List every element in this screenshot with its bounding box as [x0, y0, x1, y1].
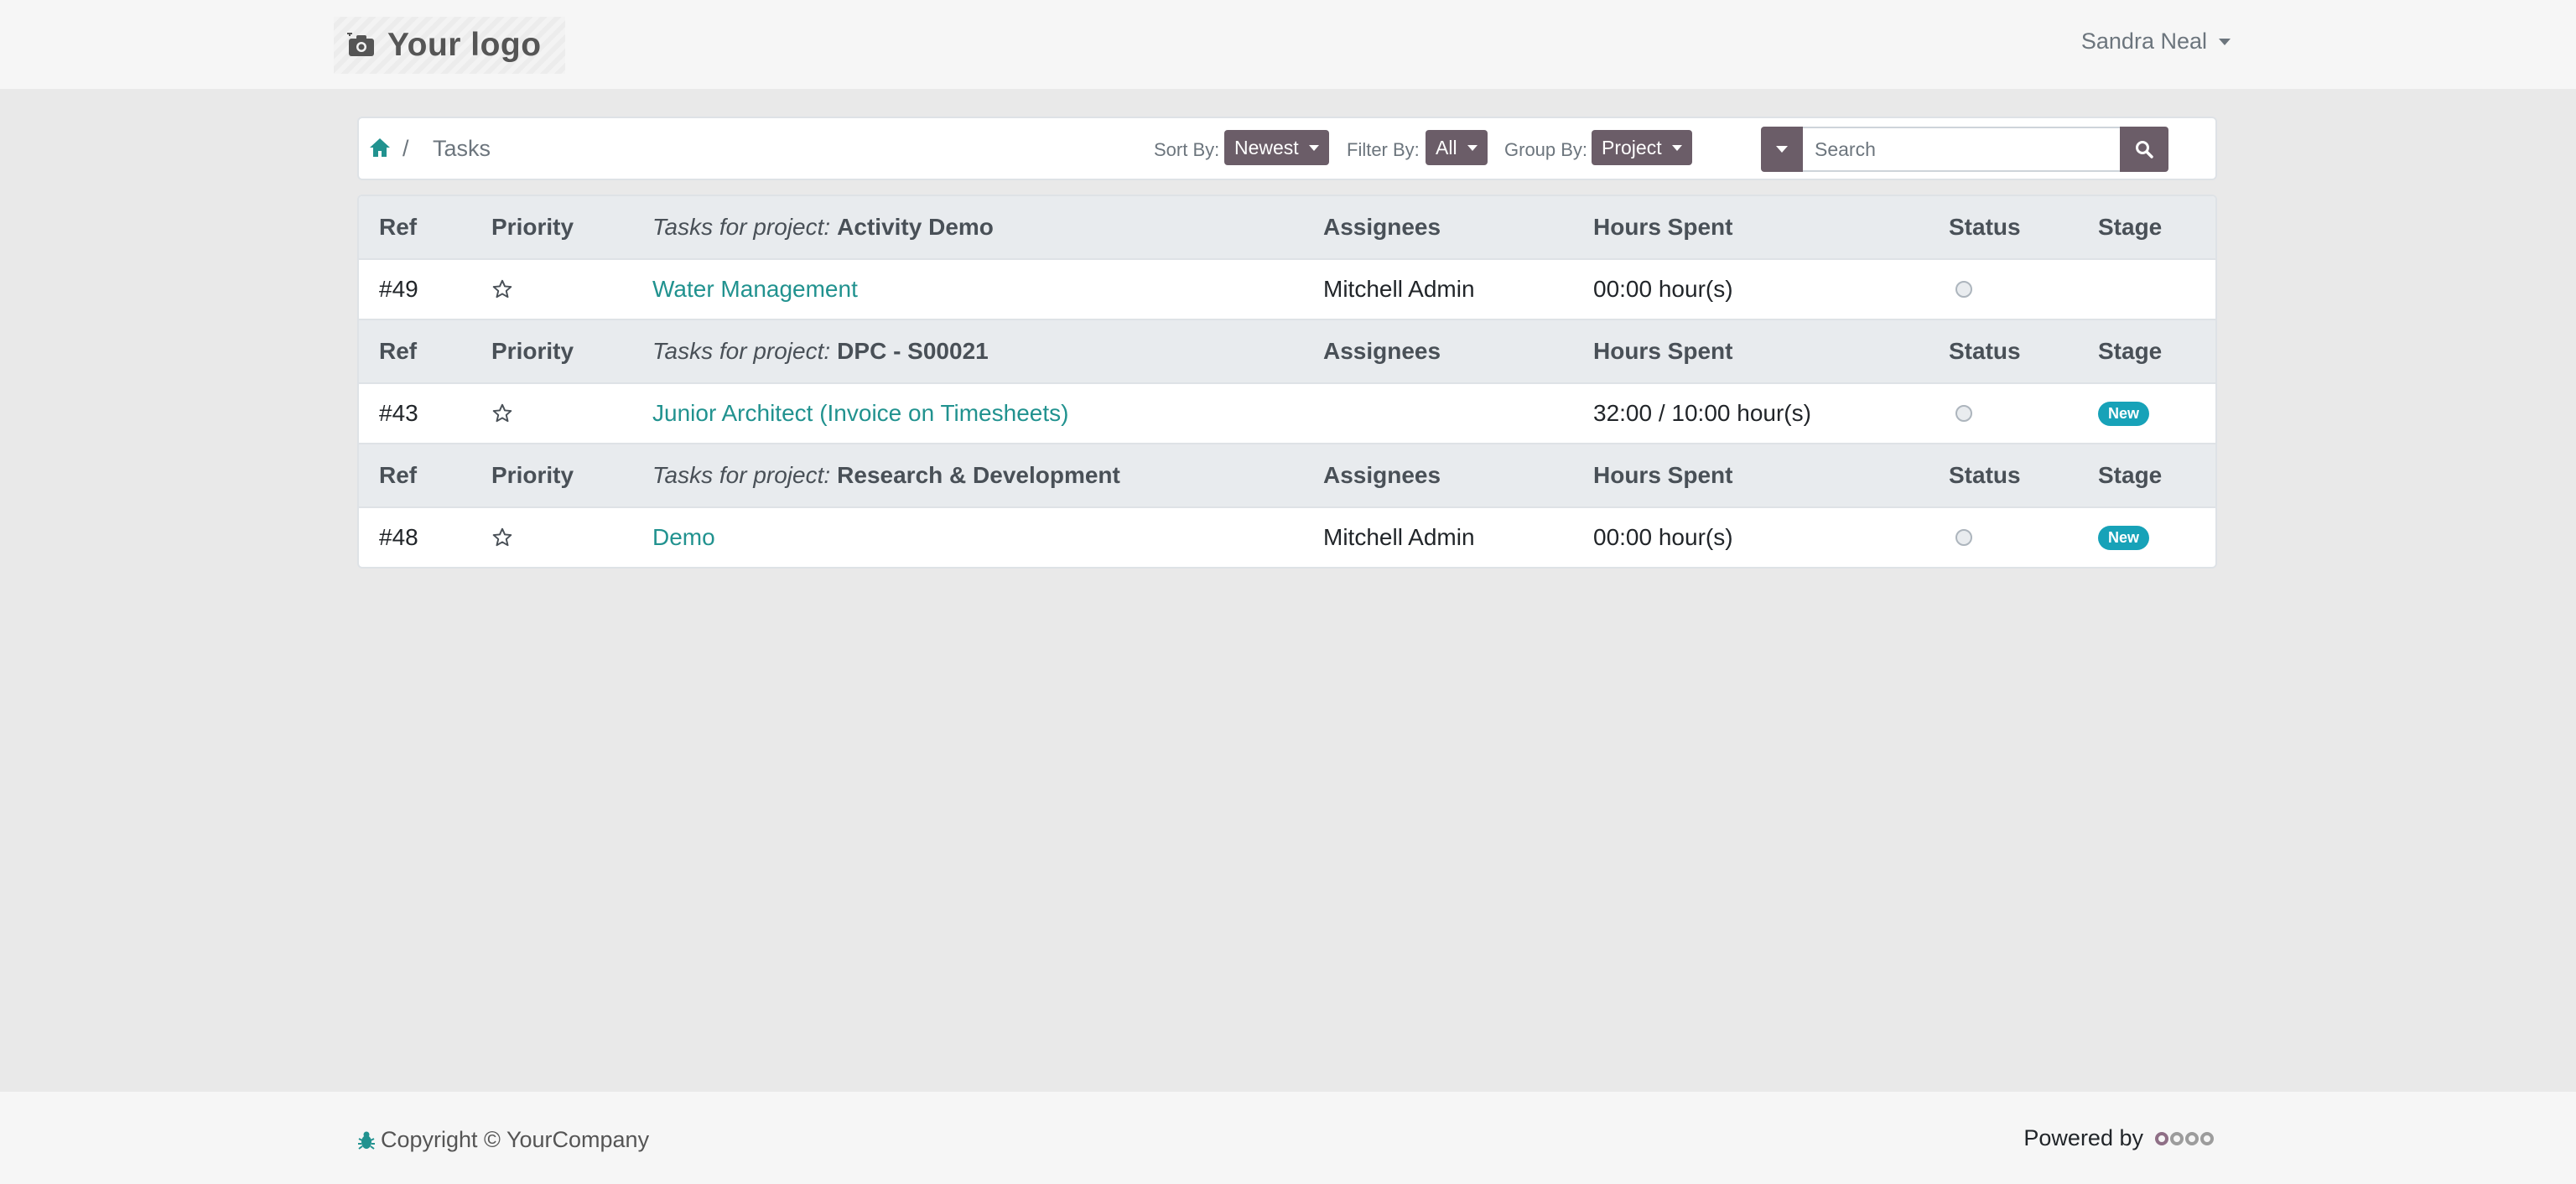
group-header-row: Ref Priority Tasks for project: DPC - S0…: [359, 319, 2215, 382]
bug-icon: [358, 1131, 375, 1150]
project-name: DPC - S00021: [837, 338, 989, 364]
home-icon[interactable]: [369, 137, 391, 158]
copyright: Copyright © YourCompany: [357, 1127, 649, 1153]
col-stage: Stage: [2098, 338, 2163, 364]
col-project: Tasks for project: Activity Demo: [652, 196, 994, 258]
group-header-row: Ref Priority Tasks for project: Activity…: [359, 196, 2215, 258]
filter-value: All: [1436, 136, 1457, 158]
chevron-down-icon: [2219, 38, 2231, 45]
project-name: Activity Demo: [837, 214, 994, 240]
group-label: Group By:: [1504, 139, 1588, 160]
logo[interactable]: Your logo: [334, 17, 565, 74]
stage-badge: New: [2098, 401, 2150, 426]
search-icon: [2136, 141, 2153, 158]
search-input[interactable]: [1803, 127, 2120, 172]
priority-star-icon[interactable]: [491, 384, 513, 443]
group-value: Project: [1602, 136, 1662, 158]
table-row[interactable]: #49 Water Management Mitchell Admin 00:0…: [359, 258, 2215, 319]
tasks-table: Ref Priority Tasks for project: Activity…: [357, 195, 2217, 569]
col-ref: Ref: [379, 214, 418, 240]
task-hours: 00:00 hour(s): [1593, 524, 1733, 550]
task-assignees: Mitchell Admin: [1323, 524, 1475, 550]
user-name: Sandra Neal: [2080, 29, 2207, 54]
col-ref: Ref: [379, 462, 418, 488]
odoo-logo-icon: [2155, 1131, 2214, 1145]
col-priority: Priority: [491, 462, 574, 488]
status-dot-icon: [1955, 405, 1972, 422]
task-ref: #49: [379, 276, 418, 302]
task-stage: New: [2098, 384, 2150, 443]
chevron-down-icon: [1467, 144, 1478, 151]
task-link[interactable]: Water Management: [652, 260, 858, 319]
task-hours: 32:00 / 10:00 hour(s): [1593, 400, 1811, 426]
sort-label: Sort By:: [1154, 139, 1220, 160]
status-dot-icon: [1955, 281, 1972, 298]
task-assignees: Mitchell Admin: [1323, 276, 1475, 302]
task-link[interactable]: Junior Architect (Invoice on Timesheets): [652, 384, 1068, 443]
col-priority: Priority: [491, 214, 574, 240]
project-name: Research & Development: [837, 462, 1120, 488]
priority-star-icon[interactable]: [491, 508, 513, 567]
status-indicator: [1949, 508, 1972, 567]
project-prefix: Tasks for project:: [652, 338, 831, 364]
chevron-down-icon: [1671, 144, 1682, 151]
project-prefix: Tasks for project:: [652, 214, 831, 240]
toolbar-panel: / Tasks Sort By: Newest Filter By: All G…: [357, 117, 2217, 180]
chevron-down-icon: [1776, 146, 1788, 153]
search-options-button[interactable]: [1761, 127, 1803, 172]
col-hours: Hours Spent: [1593, 462, 1733, 488]
col-ref: Ref: [379, 338, 418, 364]
chevron-down-icon: [1308, 144, 1319, 151]
col-stage: Stage: [2098, 214, 2163, 240]
task-ref: #48: [379, 524, 418, 550]
group-dropdown[interactable]: Project: [1592, 130, 1692, 165]
project-prefix: Tasks for project:: [652, 462, 831, 488]
task-ref: #43: [379, 400, 418, 426]
group-header-row: Ref Priority Tasks for project: Research…: [359, 443, 2215, 506]
copyright-text: Copyright © YourCompany: [381, 1127, 650, 1152]
footer: Copyright © YourCompany Powered by: [0, 1092, 2576, 1184]
status-indicator: [1949, 260, 1972, 319]
col-status: Status: [1949, 214, 2021, 240]
col-project: Tasks for project: DPC - S00021: [652, 320, 989, 382]
task-hours: 00:00 hour(s): [1593, 276, 1733, 302]
task-link[interactable]: Demo: [652, 508, 715, 567]
priority-star-icon[interactable]: [491, 260, 513, 319]
sort-value: Newest: [1234, 136, 1299, 158]
col-status: Status: [1949, 462, 2021, 488]
stage-badge: New: [2098, 525, 2150, 550]
filter-label: Filter By:: [1347, 139, 1420, 160]
col-assignees: Assignees: [1323, 338, 1441, 364]
task-stage: New: [2098, 508, 2150, 567]
powered-by-text: Powered by: [2023, 1125, 2143, 1150]
col-stage: Stage: [2098, 462, 2163, 488]
camera-icon: [347, 33, 374, 56]
logo-text: Your logo: [387, 27, 542, 63]
status-indicator: [1949, 384, 1972, 443]
powered-by[interactable]: Powered by: [2023, 1125, 2214, 1151]
col-assignees: Assignees: [1323, 462, 1441, 488]
table-row[interactable]: #43 Junior Architect (Invoice on Timeshe…: [359, 382, 2215, 443]
search-button[interactable]: [2120, 127, 2168, 172]
col-assignees: Assignees: [1323, 214, 1441, 240]
status-dot-icon: [1955, 529, 1972, 546]
user-menu[interactable]: Sandra Neal: [2081, 29, 2231, 55]
col-hours: Hours Spent: [1593, 338, 1733, 364]
filter-dropdown[interactable]: All: [1426, 130, 1488, 165]
col-hours: Hours Spent: [1593, 214, 1733, 240]
top-navbar: Your logo Sandra Neal: [0, 0, 2576, 89]
col-status: Status: [1949, 338, 2021, 364]
breadcrumb-current: Tasks: [433, 136, 491, 161]
sort-dropdown[interactable]: Newest: [1224, 130, 1329, 165]
table-row[interactable]: #48 Demo Mitchell Admin 00:00 hour(s) Ne…: [359, 506, 2215, 567]
col-project: Tasks for project: Research & Developmen…: [652, 444, 1120, 506]
col-priority: Priority: [491, 338, 574, 364]
breadcrumb-separator: /: [402, 136, 409, 161]
search-group: [1761, 127, 2168, 172]
